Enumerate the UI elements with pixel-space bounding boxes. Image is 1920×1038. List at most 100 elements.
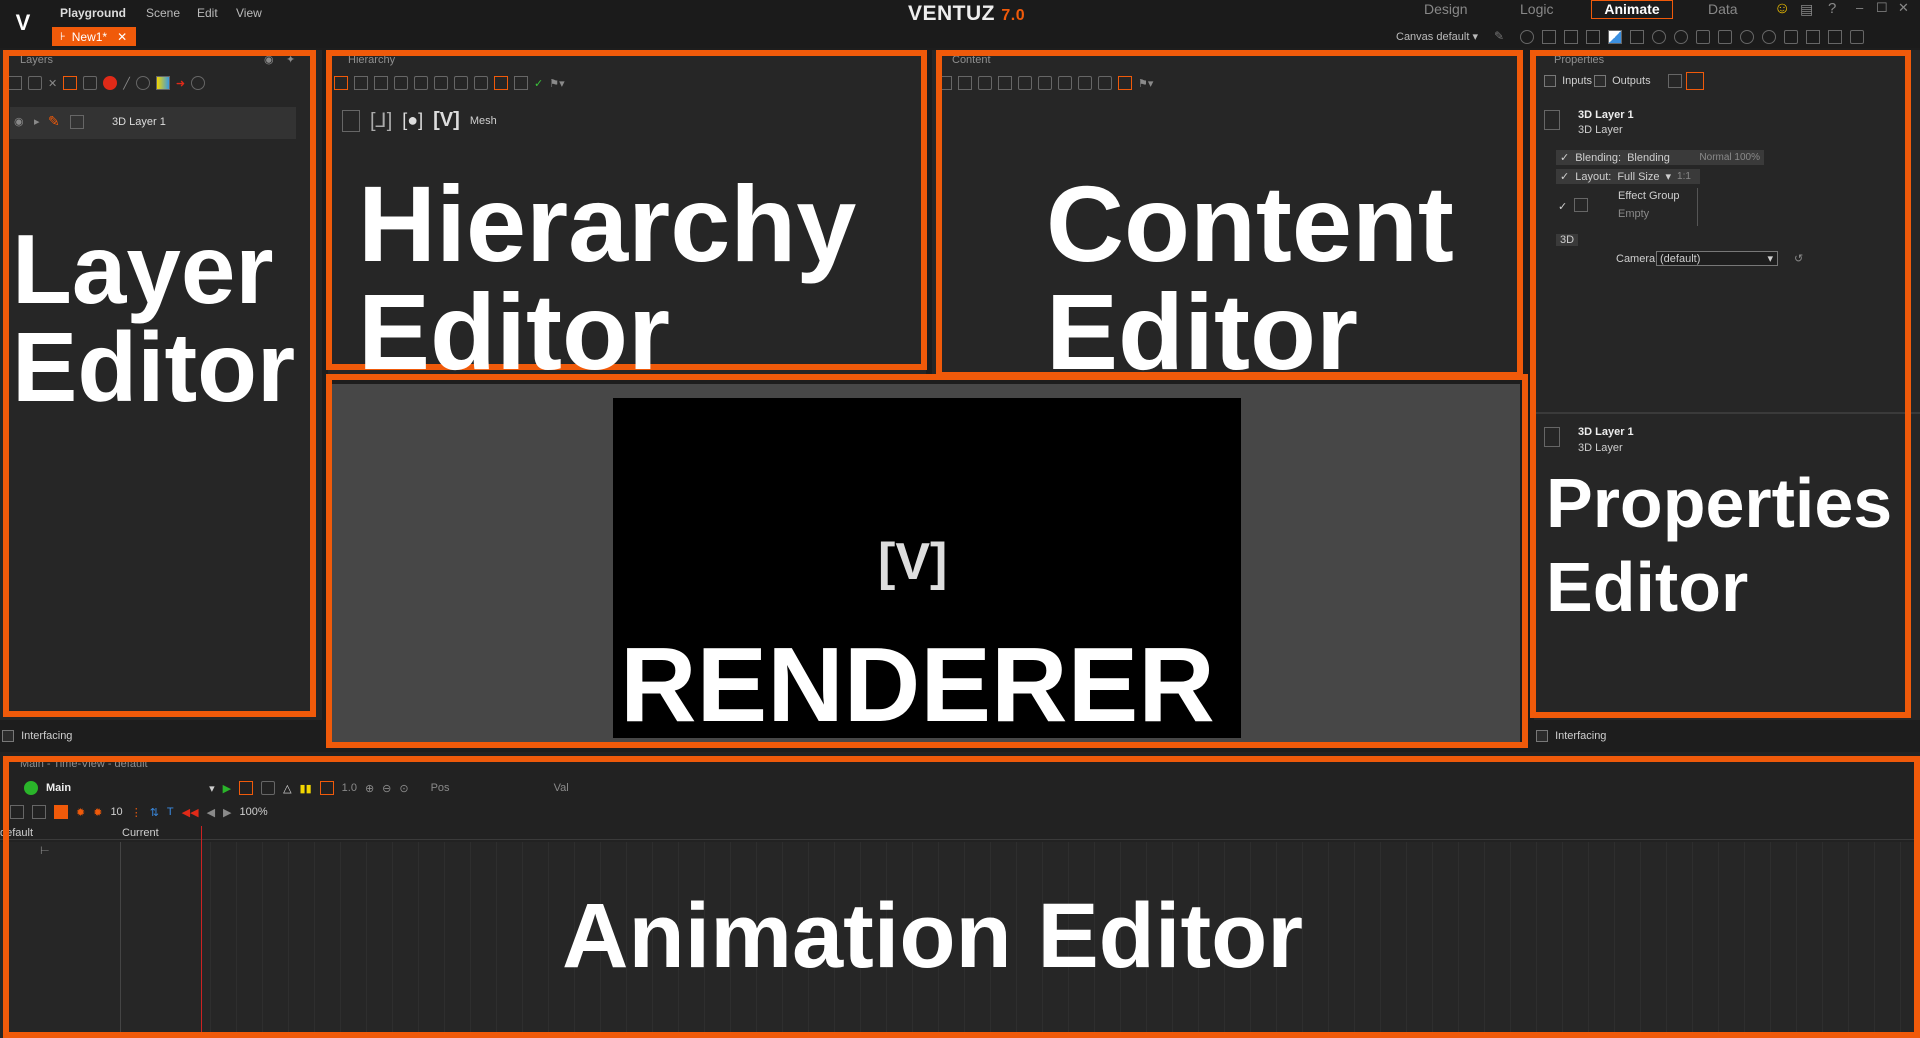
content-lock-icon[interactable] (1078, 76, 1092, 90)
speed-icon[interactable] (319, 781, 334, 795)
section-3d-header[interactable]: 3D (1556, 234, 1579, 246)
crosshair-icon[interactable] (1740, 30, 1754, 44)
menu-playground[interactable]: Playground (60, 6, 126, 20)
speed-value[interactable]: 1.0 (342, 782, 357, 794)
fit-icon[interactable] (1018, 76, 1032, 90)
main-status-icon[interactable] (24, 781, 38, 795)
maximize-icon[interactable]: ☐ (1876, 0, 1888, 16)
interfacing-checkbox[interactable] (2, 730, 14, 743)
track-icon[interactable] (10, 805, 24, 819)
mask-icon[interactable] (135, 76, 150, 90)
delete-icon[interactable]: ✕ (48, 77, 57, 90)
stats-icon[interactable] (1564, 30, 1578, 44)
layout-icon[interactable] (1542, 30, 1556, 44)
ventuz-logo-icon[interactable]: V (10, 10, 36, 36)
zoom-icon[interactable] (1652, 30, 1666, 44)
window-close-icon[interactable]: ✕ (1898, 0, 1909, 16)
grid-view-icon[interactable] (998, 76, 1012, 90)
snapshot-icon[interactable] (1828, 30, 1842, 44)
edit-layer-icon[interactable]: ✎ (48, 113, 60, 130)
node-icon[interactable] (334, 76, 348, 90)
main-chevron-down-icon[interactable]: ▾ (209, 782, 215, 795)
pulse-icon[interactable] (191, 76, 206, 90)
layout-check-icon[interactable]: ✓ (1560, 170, 1569, 183)
grid-icon[interactable] (1630, 30, 1644, 44)
image-icon[interactable] (514, 76, 528, 90)
camera-icon[interactable] (1806, 30, 1820, 44)
material-node-icon[interactable]: [●] (402, 110, 423, 131)
brush-tool-icon[interactable]: ╱ (123, 77, 130, 90)
bookmark-icon[interactable]: ⚑▾ (549, 77, 564, 90)
visibility-eye-icon[interactable]: ◉ (14, 115, 24, 128)
ungroup-icon[interactable] (374, 76, 388, 90)
minimize-icon[interactable]: – (1856, 0, 1863, 15)
content-group-icon[interactable] (958, 76, 972, 90)
angle-icon[interactable] (1718, 30, 1732, 44)
content-comment-icon[interactable] (1098, 76, 1112, 90)
grid-toggle-icon[interactable] (239, 781, 254, 795)
color-picker-icon[interactable] (1674, 30, 1688, 44)
properties-interfacing[interactable]: Interfacing (1536, 730, 1606, 743)
monitor-icon[interactable] (494, 76, 508, 90)
bars-icon[interactable]: ▮▮ (300, 782, 312, 795)
inputs-checkbox[interactable] (1544, 75, 1556, 88)
link-icon[interactable] (394, 76, 408, 90)
connect-icon[interactable] (978, 76, 992, 90)
group-icon[interactable] (354, 76, 368, 90)
zoom-value[interactable]: 100% (240, 806, 268, 818)
step-back-icon[interactable]: ◀ (207, 806, 215, 819)
curve-icon[interactable] (261, 781, 276, 795)
layer-row[interactable]: ◉ ▸ ✎ 3D Layer 1 (10, 107, 296, 139)
align-icon[interactable] (414, 76, 428, 90)
zoom-out-icon[interactable]: ⊖ (382, 782, 391, 795)
step-forward-icon[interactable]: ▶ (223, 806, 231, 819)
transform-icon[interactable] (1850, 30, 1864, 44)
content-node-icon[interactable] (938, 76, 952, 90)
mode-design[interactable]: Design (1424, 1, 1468, 17)
frame-icon[interactable] (1586, 30, 1600, 44)
keyframe-add-icon[interactable] (54, 805, 68, 819)
mode-logic[interactable]: Logic (1520, 1, 1553, 17)
chevron-down-icon[interactable]: ▾ (1666, 170, 1672, 183)
triangle-icon[interactable]: △ (283, 782, 291, 795)
outputs-tab[interactable]: Outputs (1594, 75, 1651, 88)
playhead[interactable] (201, 826, 202, 1038)
outputs-checkbox[interactable] (1594, 75, 1606, 88)
comment-icon[interactable] (474, 76, 488, 90)
effect-check-icon[interactable]: ✓ (1558, 200, 1567, 213)
rewind-icon[interactable]: ◀◀ (182, 806, 199, 819)
mesh-node-icon[interactable]: [V] (433, 109, 460, 132)
effect-group[interactable]: ✓ Effect Group Empty (1556, 188, 1698, 226)
play-icon[interactable]: ▶ (223, 782, 231, 795)
fps-value[interactable]: 10 (110, 806, 122, 818)
menu-scene[interactable]: Scene (146, 6, 180, 20)
menu-view[interactable]: View (236, 6, 262, 20)
layer-node-icon[interactable] (342, 109, 360, 132)
pin-icon[interactable]: ✦ (286, 53, 295, 66)
blending-check-icon[interactable]: ✓ (1560, 151, 1569, 164)
check-icon[interactable]: ✓ (534, 77, 543, 90)
layout-row[interactable]: ✓ Layout: Full Size ▾ 1:1 (1556, 169, 1700, 184)
close-icon[interactable]: ✕ (117, 30, 127, 44)
arrow-right-icon[interactable]: ➜ (176, 77, 185, 90)
split-view-icon[interactable] (1668, 74, 1682, 88)
camera-select[interactable]: (default) ▾ (1656, 251, 1778, 266)
bug-alt-icon[interactable]: ✹ (93, 806, 102, 819)
contrast-icon[interactable] (1608, 30, 1622, 44)
document-icon[interactable]: ▤ (1800, 1, 1813, 18)
user-icon[interactable] (1058, 76, 1072, 90)
duplicate-icon[interactable] (28, 76, 42, 90)
doc-tab[interactable]: ⊦ New1* ✕ (52, 27, 136, 46)
layers-interfacing[interactable]: Interfacing (2, 730, 72, 743)
sort-icon[interactable]: ⇅ (150, 806, 159, 819)
dots-icon[interactable]: ⋮ (131, 806, 142, 819)
distribute-icon[interactable] (434, 76, 448, 90)
brush-icon[interactable]: ✎ (1494, 29, 1504, 43)
globe-icon[interactable] (1520, 30, 1534, 44)
mode-data[interactable]: Data (1708, 1, 1738, 17)
lock-icon[interactable] (83, 76, 98, 90)
record-icon[interactable] (103, 76, 118, 90)
add-layer-icon[interactable] (8, 76, 22, 90)
smiley-icon[interactable]: ☺ (1774, 0, 1790, 18)
bug-icon[interactable]: ✹ (76, 806, 85, 819)
